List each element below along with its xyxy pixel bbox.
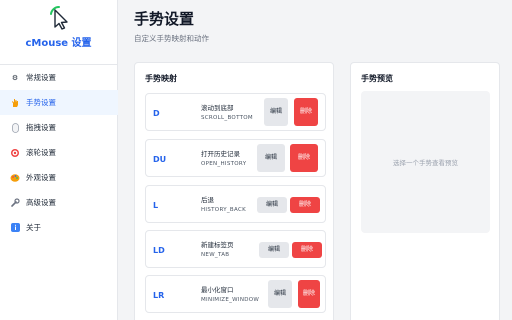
page-title: 手势设置 — [134, 10, 195, 28]
gesture-code: D — [153, 108, 160, 118]
sidebar-item-drag[interactable]: 拖拽设置 — [0, 115, 118, 140]
gesture-mapping-panel: 手势映射 D 滚动到底部 SCROLL_BOTTOM 编辑 删除 DU 打开历史… — [134, 62, 334, 320]
gesture-name: 后退 — [201, 196, 214, 204]
gesture-code: LR — [153, 290, 165, 300]
info-icon — [10, 223, 20, 233]
sidebar-item-wheel[interactable]: 滚轮设置 — [0, 140, 118, 165]
gesture-name: 打开历史记录 — [201, 150, 240, 158]
mouse-cursor-logo-icon — [49, 5, 68, 30]
delete-button[interactable]: 删除 — [292, 242, 322, 258]
gesture-code: DU — [153, 154, 167, 164]
edit-button[interactable]: 编辑 — [257, 197, 287, 213]
app-title: cMouse 设置 — [25, 38, 92, 49]
gesture-card[interactable]: L 后退 HISTORY_BACK 编辑 删除 — [145, 185, 326, 223]
delete-button[interactable]: 删除 — [294, 98, 318, 126]
sidebar: cMouse 设置 ⚙ 常规设置 手势设置 拖拽设置 滚轮设置 外观设置 高级设… — [0, 0, 118, 320]
panel-title: 手势映射 — [145, 74, 177, 83]
gesture-name: 最小化窗口 — [201, 286, 234, 294]
edit-button[interactable]: 编辑 — [264, 98, 288, 126]
delete-button[interactable]: 删除 — [290, 197, 320, 213]
edit-button[interactable]: 编辑 — [257, 144, 285, 172]
gesture-name: 新建标签页 — [201, 241, 234, 249]
delete-button[interactable]: 删除 — [298, 280, 320, 308]
sidebar-nav: ⚙ 常规设置 手势设置 拖拽设置 滚轮设置 外观设置 高级设置 关于 — [0, 64, 118, 240]
preview-placeholder: 选择一个手势查看预览 — [361, 91, 490, 233]
gesture-action: MINIMIZE_WINDOW — [201, 297, 260, 303]
gesture-action: HISTORY_BACK — [201, 207, 247, 213]
sidebar-item-label: 外观设置 — [26, 173, 56, 182]
gesture-card[interactable]: D 滚动到底部 SCROLL_BOTTOM 编辑 删除 — [145, 93, 326, 131]
sidebar-item-label: 拖拽设置 — [26, 123, 56, 132]
app-branding: cMouse 设置 — [0, 0, 117, 60]
panel-title: 手势预览 — [361, 74, 393, 83]
gesture-preview-panel: 手势预览 选择一个手势查看预览 — [350, 62, 500, 320]
gesture-card[interactable]: LD 新建标签页 NEW_TAB 编辑 删除 — [145, 230, 326, 268]
page-subtitle: 自定义手势映射和动作 — [134, 34, 209, 43]
gesture-action: NEW_TAB — [201, 252, 230, 258]
gesture-code: L — [153, 200, 159, 210]
gesture-card[interactable]: LR 最小化窗口 MINIMIZE_WINDOW 编辑 删除 — [145, 275, 326, 313]
sidebar-item-label: 滚轮设置 — [26, 148, 56, 157]
gesture-card[interactable]: DU 打开历史记录 OPEN_HISTORY 编辑 删除 — [145, 139, 326, 177]
sidebar-item-label: 常规设置 — [26, 73, 56, 82]
gear-icon: ⚙ — [11, 73, 19, 82]
sidebar-item-advanced[interactable]: 高级设置 — [0, 190, 118, 215]
delete-button[interactable]: 删除 — [290, 144, 318, 172]
sidebar-item-about[interactable]: 关于 — [0, 215, 118, 240]
main-content: 手势设置 自定义手势映射和动作 手势映射 D 滚动到底部 SCROLL_BOTT… — [118, 0, 512, 320]
sidebar-item-general[interactable]: ⚙ 常规设置 — [0, 65, 118, 90]
sidebar-item-gestures[interactable]: 手势设置 — [0, 90, 118, 115]
target-icon — [10, 148, 20, 158]
gesture-code: LD — [153, 245, 165, 255]
hand-icon — [10, 98, 20, 108]
sidebar-item-label: 手势设置 — [26, 98, 56, 107]
gesture-action: SCROLL_BOTTOM — [201, 115, 253, 121]
mouse-icon — [10, 122, 20, 133]
sidebar-item-label: 关于 — [26, 223, 41, 232]
sidebar-item-label: 高级设置 — [26, 198, 56, 207]
gesture-action: OPEN_HISTORY — [201, 161, 247, 167]
gesture-name: 滚动到底部 — [201, 104, 234, 112]
sidebar-item-appearance[interactable]: 外观设置 — [0, 165, 118, 190]
edit-button[interactable]: 编辑 — [259, 242, 289, 258]
edit-button[interactable]: 编辑 — [268, 280, 292, 308]
wrench-icon — [10, 197, 20, 208]
palette-icon — [10, 173, 20, 183]
